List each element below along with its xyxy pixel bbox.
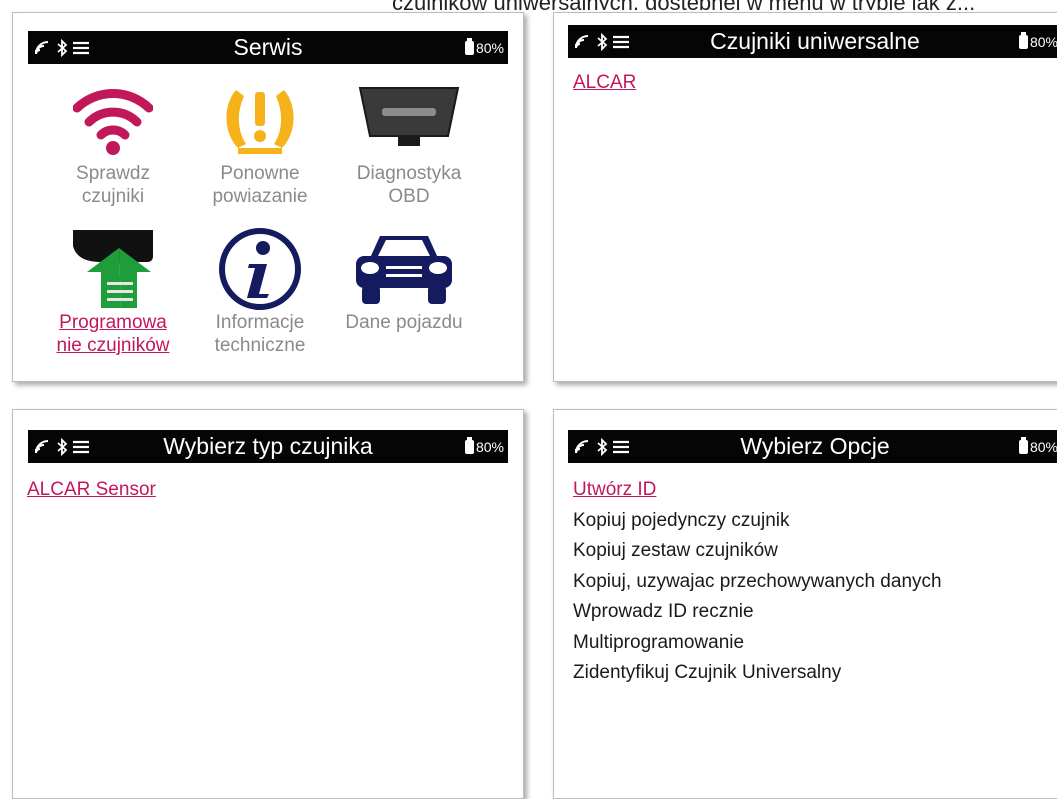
status-bar: Wybierz typ czujnika 80% <box>28 430 508 463</box>
menu-item-label-line1: Programowa <box>59 312 167 333</box>
sensor-type-screen: Wybierz typ czujnika 80% ALCAR Sensor <box>12 409 524 799</box>
option-enter-id-manually[interactable]: Wprowadz ID recznie <box>573 597 942 628</box>
status-bar: Wybierz Opcje 80% <box>568 430 1057 463</box>
screen-title: Wybierz typ czujnika <box>163 433 373 459</box>
list-item-alcar[interactable]: ALCAR <box>573 68 636 99</box>
universal-sensors-screen: Czujniki uniwersalne 80% ALCAR <box>553 12 1057 382</box>
menu-item-program-sensors[interactable]: Programowa nie czujników <box>38 228 188 356</box>
battery-indicator: 80% <box>1018 430 1057 463</box>
screen-title: Serwis <box>233 34 303 60</box>
screen-title: Wybierz Opcje <box>740 433 890 459</box>
option-copy-stored[interactable]: Kopiuj, uzywajac przechowywanych danych <box>573 567 942 598</box>
option-copy-set[interactable]: Kopiuj zestaw czujników <box>573 536 942 567</box>
battery-indicator: 80% <box>464 31 504 64</box>
menu-item-obd-diagnostics[interactable]: Diagnostyka OBD <box>334 79 484 207</box>
option-list: Utwórz ID Kopiuj pojedynczy czujnik Kopi… <box>573 475 942 689</box>
battery-indicator: 80% <box>1018 25 1057 58</box>
tpms-warning-icon <box>226 90 294 154</box>
menu-item-label-line1: Ponowne <box>220 163 300 184</box>
screen-title: Czujniki uniwersalne <box>710 28 920 54</box>
menu-item-label-line1: Diagnostyka <box>356 163 462 184</box>
option-identify-universal[interactable]: Zidentyfikuj Czujnik Universalny <box>573 658 942 689</box>
list-item-alcar-sensor[interactable]: ALCAR Sensor <box>27 475 156 506</box>
menu-item-label-line2: powiazanie <box>212 186 308 207</box>
car-icon <box>356 236 452 304</box>
menu-item-label-line2: nie czujników <box>56 335 170 356</box>
top-cut-caption: czujników uniwersalnych, dostępnej w men… <box>0 0 1057 10</box>
battery-icon <box>464 37 474 55</box>
menu-item-label-line1: Sprawdz <box>76 163 150 184</box>
menu-item-label-line1: Informacje <box>215 312 305 333</box>
menu-item-check-sensors[interactable]: Sprawdz czujniki <box>38 79 188 207</box>
battery-level: 80% <box>1029 33 1057 50</box>
menu-item-label-line2: czujniki <box>81 186 145 207</box>
menu-item-vehicle-data[interactable]: Dane pojazdu <box>329 228 479 335</box>
option-multiprogramming[interactable]: Multiprogramowanie <box>573 628 942 659</box>
battery-level: 80% <box>475 39 504 56</box>
menu-item-label-line1: Dane pojazdu <box>345 312 463 333</box>
battery-icon <box>1018 436 1028 454</box>
menu-item-relearn[interactable]: Ponowne powiazanie <box>185 79 335 207</box>
option-create-id[interactable]: Utwórz ID <box>573 475 942 506</box>
option-copy-single[interactable]: Kopiuj pojedynczy czujnik <box>573 506 942 537</box>
sensor-program-icon <box>73 230 153 308</box>
battery-icon <box>464 436 474 454</box>
status-bar: Serwis 80% <box>28 31 508 64</box>
battery-level: 80% <box>1029 438 1057 455</box>
option-list: ALCAR Sensor <box>27 475 156 506</box>
service-screen: Serwis 80% Sprawdz czujniki Ponowne powi… <box>12 12 524 382</box>
wifi-icon <box>73 89 153 155</box>
battery-indicator: 80% <box>464 430 504 463</box>
battery-icon <box>1018 31 1028 49</box>
menu-item-label-line2: OBD <box>388 186 430 207</box>
menu-item-label-line2: techniczne <box>214 335 306 356</box>
options-screen: Wybierz Opcje 80% Utwórz ID Kopiuj pojed… <box>553 409 1057 799</box>
obd-connector-icon <box>358 87 460 146</box>
status-bar: Czujniki uniwersalne 80% <box>568 25 1057 58</box>
battery-level: 80% <box>475 438 504 455</box>
info-icon <box>219 228 301 310</box>
caption-text: czujników uniwersalnych, dostępnej w men… <box>392 0 975 10</box>
menu-item-technical-info[interactable]: Informacje techniczne <box>185 228 335 356</box>
option-list: ALCAR <box>573 68 636 99</box>
